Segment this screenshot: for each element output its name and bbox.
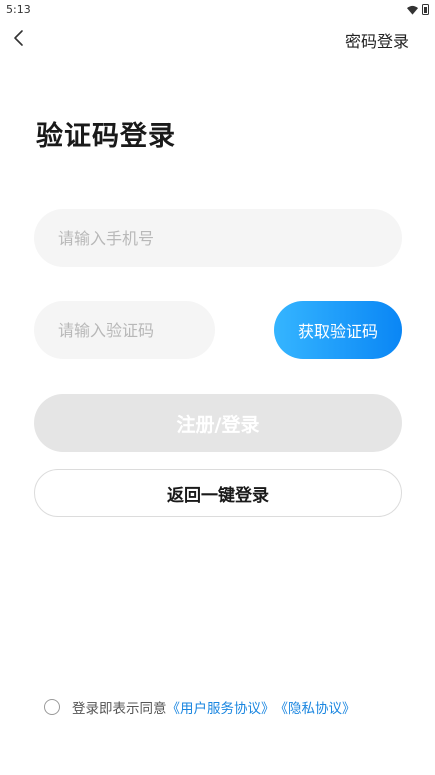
status-bar: 5:13 [0, 0, 435, 20]
user-agreement-link[interactable]: 《用户服务协议》 [167, 697, 275, 717]
verification-code-input[interactable] [34, 301, 215, 359]
agreement-prefix: 登录即表示同意 [72, 701, 167, 717]
nav-bar: 密码登录 [0, 24, 435, 52]
back-arrow-icon[interactable] [10, 26, 30, 50]
one-click-login-button[interactable]: 返回一键登录 [34, 469, 402, 517]
phone-input[interactable] [34, 209, 402, 267]
status-icons [407, 4, 429, 15]
agreement-row: 登录即表示同意 《用户服务协议》 《隐私协议》 [44, 697, 356, 717]
status-time: 5:13 [6, 3, 31, 16]
battery-icon [422, 4, 429, 15]
register-login-button[interactable]: 注册/登录 [34, 394, 402, 452]
wifi-icon [407, 5, 418, 15]
privacy-agreement-link[interactable]: 《隐私协议》 [275, 697, 356, 717]
phone-field [34, 209, 402, 267]
code-field [34, 301, 215, 359]
get-code-button[interactable]: 获取验证码 [274, 301, 402, 359]
agree-checkbox[interactable] [44, 699, 60, 715]
page-title: 验证码登录 [36, 121, 176, 152]
password-login-link[interactable]: 密码登录 [345, 28, 409, 52]
